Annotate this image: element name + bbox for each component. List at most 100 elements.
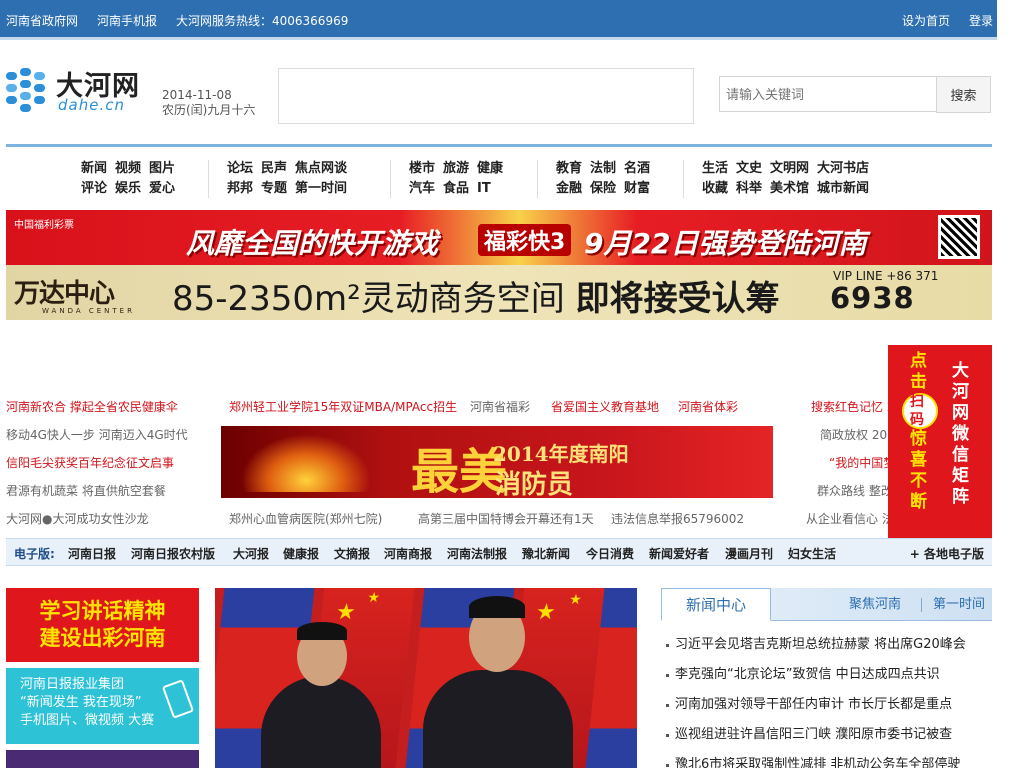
news-item[interactable]: 习近平会见塔吉克斯坦总统拉赫蒙 将出席G20峰会: [664, 630, 992, 660]
nav-item[interactable]: 大河书店: [817, 161, 869, 176]
tab-news-center[interactable]: 新闻中心: [661, 588, 771, 621]
nav-item[interactable]: 民声: [261, 161, 287, 176]
nav-item[interactable]: 评论: [81, 181, 107, 196]
promo-link[interactable]: 信阳毛尖获奖百年纪念征文启事: [6, 454, 174, 471]
nav-item[interactable]: 爱心: [149, 181, 175, 196]
promo-link[interactable]: 群众路线 整改: [817, 482, 888, 499]
epaper-item[interactable]: 今日消费: [586, 545, 634, 562]
side-ad-char: 断: [910, 492, 927, 512]
nav-item[interactable]: 法制: [590, 161, 616, 176]
news-contest-ad[interactable]: 河南日报报业集团 “新闻发生 我在现场” 手机图片、微视频 大赛: [6, 668, 199, 744]
nav-item[interactable]: 图片: [149, 161, 175, 176]
promo-link[interactable]: 大河网●大河成功女性沙龙: [6, 510, 148, 527]
epaper-item[interactable]: 健康报: [283, 545, 319, 562]
search-button[interactable]: 搜索: [936, 76, 991, 113]
person-hair: [297, 622, 347, 640]
site-logo[interactable]: 大河网 dahe.cn: [6, 66, 156, 118]
nav-item[interactable]: 保险: [590, 181, 616, 196]
nav-item[interactable]: 食品: [443, 181, 469, 196]
promo-link[interactable]: 河南新农合 撑起全省农民健康伞: [6, 398, 178, 415]
promo-link[interactable]: 郑州心血管病医院(郑州七院): [229, 510, 382, 527]
lottery-banner-product: 福彩快3: [478, 224, 572, 256]
side-ad-char: 河: [952, 382, 969, 402]
headline-photo[interactable]: ★ ★ ★ ★: [215, 588, 637, 768]
nav-item[interactable]: 邦邦: [227, 181, 253, 196]
side-ad-char: 网: [952, 403, 969, 423]
study-speech-ad[interactable]: 学习讲话精神 建设出彩河南: [6, 588, 199, 662]
promo-link[interactable]: 违法信息举报65796002: [611, 510, 744, 527]
nav-item[interactable]: 城市新闻: [817, 181, 869, 196]
nav-item[interactable]: 美术馆: [770, 181, 809, 196]
nav-item[interactable]: 专题: [261, 181, 287, 196]
top-link-gov[interactable]: 河南省政府网: [6, 12, 78, 29]
login-link[interactable]: 登录: [969, 12, 993, 29]
epaper-item[interactable]: 妇女生活: [788, 545, 836, 562]
nav-item[interactable]: 财富: [624, 181, 650, 196]
epaper-item[interactable]: 河南商报: [384, 545, 432, 562]
epaper-item[interactable]: 大河报: [233, 545, 269, 562]
nav-item[interactable]: 金融: [556, 181, 582, 196]
epaper-item[interactable]: 文摘报: [334, 545, 370, 562]
nav-item[interactable]: 收藏: [702, 181, 728, 196]
promo-link[interactable]: 简政放权 201: [820, 426, 888, 443]
nav-item[interactable]: 焦点网谈: [295, 161, 347, 176]
side-ad-char: 大: [952, 361, 969, 381]
tab-first-time[interactable]: 第一时间: [933, 588, 985, 621]
tab-focus-henan[interactable]: 聚焦河南: [849, 588, 901, 621]
side-ad-char: 击: [910, 372, 927, 392]
search-input[interactable]: [719, 76, 936, 112]
epaper-item[interactable]: 河南法制报: [447, 545, 507, 562]
firefighter-ad[interactable]: 最美 2014年度南阳 消防员: [221, 426, 773, 498]
purple-ad[interactable]: [6, 750, 199, 768]
promo-link[interactable]: 从企业看信心 法: [806, 510, 888, 527]
top-link-hotline[interactable]: 大河网服务热线：4006366969: [176, 12, 348, 29]
nav-item[interactable]: 文史: [736, 161, 762, 176]
lottery-banner-ad[interactable]: 中国福利彩票 风靡全国的快开游戏 福彩快3 9月22日强势登陆河南: [6, 210, 992, 265]
epaper-item[interactable]: 漫画月刊: [725, 545, 773, 562]
top-link-mobile-news[interactable]: 河南手机报: [97, 12, 157, 29]
wechat-side-ad[interactable]: 点 击 扫码 惊 喜 不 断 大 河 网 微 信 矩 阵: [888, 345, 992, 541]
promo-link[interactable]: 河南省福彩: [470, 398, 530, 415]
nav-item[interactable]: 健康: [477, 161, 503, 176]
promo-link[interactable]: 郑州轻工业学院15年双证MBA/MPAcc招生: [229, 398, 457, 415]
side-ad-char: 微: [952, 424, 969, 444]
epaper-more-link[interactable]: + 各地电子版: [910, 545, 984, 562]
nav-item[interactable]: 视频: [115, 161, 141, 176]
nav-item[interactable]: 论坛: [227, 161, 253, 176]
promo-link[interactable]: 省爱国主义教育基地: [551, 398, 659, 415]
news-item[interactable]: 巡视组进驻许昌信阳三门峡 濮阳原市委书记被查: [664, 720, 992, 750]
epaper-item[interactable]: 新闻爱好者: [649, 545, 709, 562]
news-item[interactable]: 李克强向“北京论坛”致贺信 中日达成四点共识: [664, 660, 992, 690]
promo-link[interactable]: 君源有机蔬菜 将直供航空套餐: [6, 482, 166, 499]
nav-item[interactable]: 汽车: [409, 181, 435, 196]
firefighter-ad-title: 消防员: [495, 470, 574, 498]
news-item[interactable]: 豫北6市将采取强制性减排 非机动公务车全部停驶: [664, 750, 992, 768]
epaper-item[interactable]: 河南日报: [68, 545, 116, 562]
tab-separator: [921, 598, 922, 612]
nav-item[interactable]: 名酒: [624, 161, 650, 176]
wanda-brand: 万达中心: [14, 279, 115, 309]
person-hair: [469, 596, 525, 618]
lunar-date-text: 农历(闰)九月十六: [162, 103, 256, 117]
promo-link[interactable]: 移动4G快人一步 河南迈入4G时代: [6, 426, 188, 443]
wanda-banner-ad[interactable]: 万达中心 WANDA CENTER 85-2350m²灵动商务空间 即将接受认筹…: [6, 265, 992, 320]
news-item[interactable]: 河南加强对领导干部任内审计 市长厅长都是重点: [664, 690, 992, 720]
promo-link[interactable]: 河南省体彩: [678, 398, 738, 415]
epaper-item[interactable]: 豫北新闻: [522, 545, 570, 562]
set-home-link[interactable]: 设为首页: [902, 12, 950, 29]
news-list: 习近平会见塔吉克斯坦总统拉赫蒙 将出席G20峰会 李克强向“北京论坛”致贺信 中…: [664, 630, 992, 768]
nav-item[interactable]: 第一时间: [295, 181, 347, 196]
nav-item[interactable]: 楼市: [409, 161, 435, 176]
nav-item[interactable]: 教育: [556, 161, 582, 176]
nav-item[interactable]: IT: [477, 181, 491, 196]
nav-item[interactable]: 生活: [702, 161, 728, 176]
promo-link[interactable]: 搜索红色记忆 20: [811, 398, 888, 415]
nav-item[interactable]: 科举: [736, 181, 762, 196]
nav-item[interactable]: 新闻: [81, 161, 107, 176]
nav-item[interactable]: 文明网: [770, 161, 809, 176]
promo-link[interactable]: “我的中国梦: [829, 454, 888, 471]
nav-item[interactable]: 娱乐: [115, 181, 141, 196]
epaper-item[interactable]: 河南日报农村版: [131, 545, 215, 562]
promo-link[interactable]: 高第三届中国特博会开幕还有1天: [418, 510, 594, 527]
nav-item[interactable]: 旅游: [443, 161, 469, 176]
